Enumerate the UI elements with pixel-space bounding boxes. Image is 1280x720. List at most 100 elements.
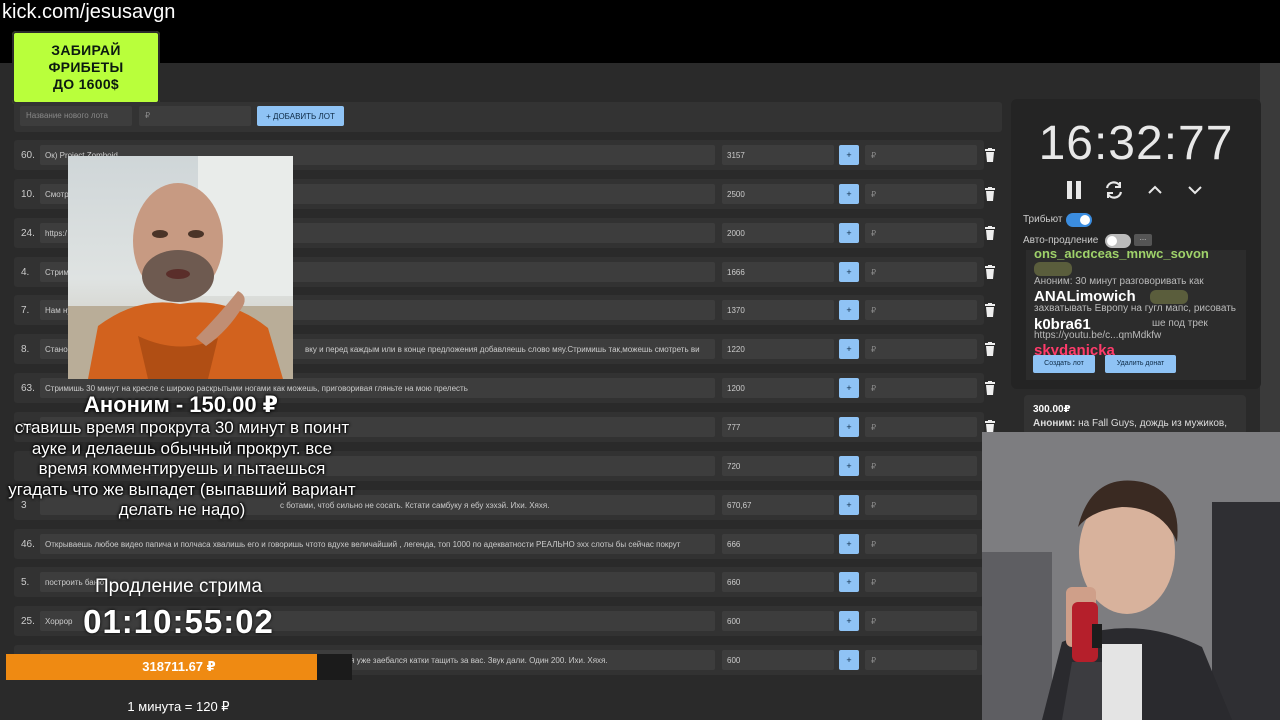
lot-amount[interactable]: 2500 [722,183,834,204]
trash-icon[interactable] [984,225,996,240]
donation-card: 300.00₽ Аноним: на Fall Guys, дождь из м… [1024,395,1246,435]
lot-amount[interactable]: 600 [722,650,834,671]
refresh-icon[interactable] [1102,178,1126,202]
lot-name: https:/ [45,228,67,238]
lot-add-amount-input[interactable]: ₽ [865,494,977,515]
lot-name: Стрим [45,267,69,277]
lot-add-button[interactable]: + [839,183,859,204]
donation-text: Аноним: на Fall Guys, дождь из мужиков, [1033,418,1227,429]
chat-line: https://youtu.be/c...qmMdkfw [1034,330,1162,341]
lot-number: 4. [21,266,30,278]
chevron-up-icon[interactable] [1143,178,1167,202]
lot-add-button[interactable]: + [839,145,859,165]
chat-line: захватывать Европу на гугл мапс, рисоват… [1034,303,1236,314]
lot-add-amount-input[interactable]: ₽ [865,222,977,243]
lot-amount[interactable]: 777 [722,416,834,437]
donation-alert-title: Аноним - 150.00 ₽ [84,392,278,417]
stream-url: kick.com/jesusavgn [2,1,176,23]
lot-amount[interactable]: 660 [722,572,834,593]
lot-add-amount-input[interactable]: ₽ [865,145,977,165]
chat-header-fragment: ons_alcdceas_mnwc_sovon [1034,250,1209,261]
more-options-button[interactable]: ... [1134,234,1152,246]
lot-add-amount-input[interactable]: ₽ [865,261,977,282]
donation-alert-message: ставишь время прокрута 30 минут в поинт … [8,418,356,519]
lot-number: 10. [21,188,35,200]
trash-icon[interactable] [984,264,996,279]
rate-label: 1 минута = 120 ₽ [127,699,230,714]
webcam-right-figure [982,432,1280,720]
emote-icon [1034,262,1072,276]
create-lot-button[interactable]: Создать лот [1033,355,1095,373]
trash-icon[interactable] [984,186,996,201]
lot-add-amount-input[interactable]: ₽ [865,339,977,360]
stream-extension-label: Продление стрима [94,576,263,597]
lot-number: 46. [21,538,35,550]
lot-add-button[interactable]: + [839,572,859,593]
promo-text: ЗАБИРАЙ ФРИБЕТЫ ДО 1600$ [48,42,124,92]
lot-name: Смотр [45,189,69,199]
trash-icon[interactable] [984,342,996,357]
donation-message: на Fall Guys, дождь из мужиков, [1078,418,1227,429]
new-lot-name-input[interactable]: Название нового лота [20,106,132,126]
lot-add-amount-input[interactable]: ₽ [865,650,977,671]
delete-donation-button[interactable]: Удалить донат [1105,355,1176,373]
donation-progress-bar: 318711.67 ₽ [6,654,352,680]
emote-icon [1150,290,1188,304]
lot-amount[interactable]: 1370 [722,300,834,321]
lot-add-button[interactable]: + [839,300,859,321]
lot-number: 60. [21,150,35,161]
donation-amount: 300.00₽ [1033,404,1071,415]
progress-label: 318711.67 ₽ [142,659,216,674]
lot-amount[interactable]: 600 [722,611,834,632]
lot-add-button[interactable]: + [839,378,859,399]
auto-extend-label: Авто-продление [1023,235,1099,246]
lot-name-input[interactable]: Открываешь любое видео папича и полчаса … [40,533,715,554]
lot-name: Открываешь любое видео папича и полчаса … [45,539,681,549]
chat-line: Аноним: 30 минут разговоривать как [1034,276,1204,287]
lot-number: 8. [21,344,30,356]
lot-add-amount-input[interactable]: ₽ [865,611,977,632]
lot-add-button[interactable]: + [839,533,859,554]
donation-author: Аноним: [1033,418,1076,429]
lot-add-button[interactable]: + [839,261,859,282]
lot-amount[interactable]: 2000 [722,222,834,243]
lot-add-button[interactable]: + [839,650,859,671]
add-lot-button[interactable]: + ДОБАВИТЬ ЛОТ [257,106,344,126]
lot-amount[interactable]: 1220 [722,339,834,360]
lot-number: 7. [21,305,30,317]
auction-clock: 16:32:77 [1038,117,1234,170]
lot-amount[interactable]: 3157 [722,145,834,165]
lot-add-button[interactable]: + [839,455,859,476]
trash-icon[interactable] [984,148,996,162]
chevron-down-icon[interactable] [1183,178,1207,202]
streamer-webcam-left [68,156,293,379]
lot-amount[interactable]: 1666 [722,261,834,282]
lot-add-button[interactable]: + [839,416,859,437]
lot-add-button[interactable]: + [839,339,859,360]
new-lot-amount-input[interactable]: ₽ [139,106,251,126]
tribute-toggle[interactable] [1066,213,1092,227]
auto-extend-toggle[interactable] [1105,234,1131,248]
lot-add-button[interactable]: + [839,222,859,243]
pause-icon[interactable] [1063,178,1087,202]
lot-add-amount-input[interactable]: ₽ [865,300,977,321]
promo-badge[interactable]: ЗАБИРАЙ ФРИБЕТЫ ДО 1600$ [12,31,160,104]
lot-amount[interactable]: 666 [722,533,834,554]
lot-add-amount-input[interactable]: ₽ [865,183,977,204]
lot-add-amount-input[interactable]: ₽ [865,533,977,554]
lot-add-amount-input[interactable]: ₽ [865,416,977,437]
lot-add-amount-input[interactable]: ₽ [865,572,977,593]
lot-amount[interactable]: 670,67 [722,494,834,515]
trash-icon[interactable] [984,381,996,396]
chat-line: ше под трек [1152,318,1208,329]
lot-amount[interactable]: 720 [722,455,834,476]
lot-add-button[interactable]: + [839,611,859,632]
lot-row: 46. Открываешь любое видео папича и полча… [14,528,995,559]
stream-extension-timer: 01:10:55:02 [83,603,274,640]
trash-icon[interactable] [984,303,996,318]
lot-add-amount-input[interactable]: ₽ [865,378,977,399]
lot-amount[interactable]: 1200 [722,378,834,399]
lot-number: 24. [21,227,35,239]
lot-add-button[interactable]: + [839,494,859,515]
lot-add-amount-input[interactable]: ₽ [865,455,977,476]
